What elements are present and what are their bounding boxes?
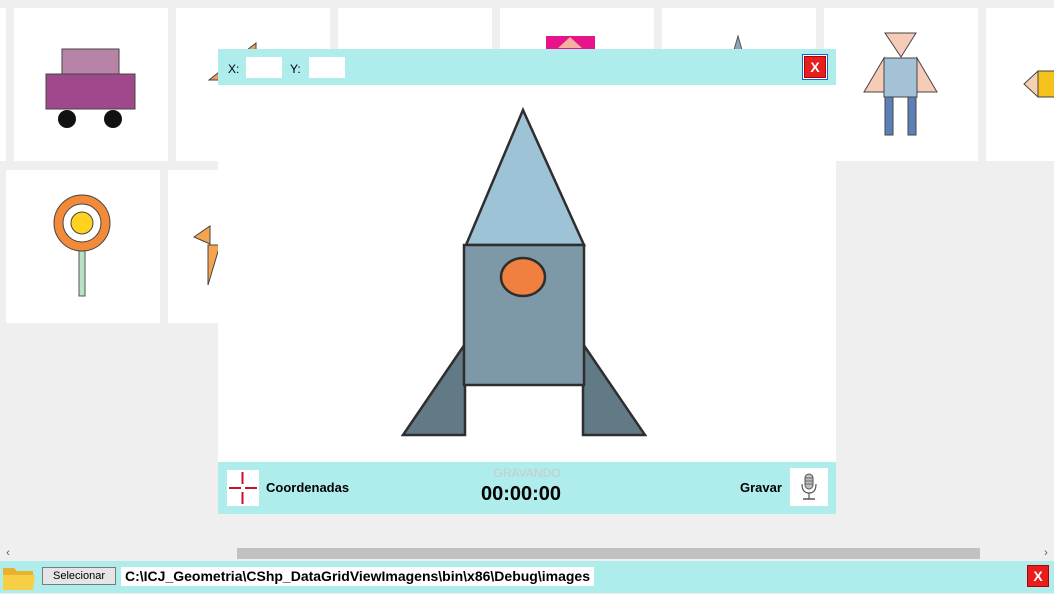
dialog-header: X: Y: X — [218, 49, 836, 85]
x-label: X: — [228, 62, 240, 76]
rocket-drawing — [400, 106, 648, 437]
car-drawing — [45, 48, 136, 128]
pencil-drawing — [1023, 69, 1054, 99]
app-close-button[interactable]: X — [1027, 565, 1049, 587]
image-canvas[interactable] — [218, 85, 836, 462]
microphone-icon — [801, 473, 817, 500]
dialog-footer: Coordenadas GRAVANDO 00:00:00 Gravar — [218, 462, 836, 514]
scroll-left-arrow[interactable]: ‹ — [0, 545, 16, 561]
x-coordinate-field[interactable] — [246, 57, 282, 78]
lollipop-drawing — [53, 194, 111, 297]
scrollbar-thumb[interactable] — [237, 548, 980, 559]
horizontal-scrollbar[interactable]: ‹ › — [0, 545, 1054, 561]
thumbnail-car[interactable] — [14, 8, 168, 161]
thumbnail-robot[interactable] — [824, 8, 978, 161]
robot-drawing — [863, 32, 938, 136]
folder-path: C:\ICJ_Geometria\CShp_DataGridViewImagen… — [121, 567, 594, 586]
thumbnail-pencil[interactable] — [986, 8, 1054, 161]
y-coordinate-field[interactable] — [309, 57, 345, 78]
scroll-right-arrow[interactable]: › — [1038, 545, 1054, 561]
record-label: Gravar — [740, 480, 782, 495]
record-button[interactable] — [790, 468, 828, 506]
recording-timer: 00:00:00 — [480, 483, 562, 505]
folder-icon[interactable] — [2, 564, 36, 591]
folder-bar: Selecionar C:\ICJ_Geometria\CShp_DataGri… — [0, 561, 1054, 593]
dialog-close-button[interactable]: X — [804, 56, 826, 78]
thumbnail-partial-left[interactable] — [0, 8, 6, 161]
y-label: Y: — [290, 62, 301, 76]
recording-status: GRAVANDO — [493, 466, 561, 480]
image-viewer-dialog: X: Y: X Coordenadas GRAVANDO 00:00:00 Gr… — [218, 49, 836, 514]
thumbnail-lollipop[interactable] — [6, 170, 160, 323]
select-folder-button[interactable]: Selecionar — [42, 567, 116, 585]
